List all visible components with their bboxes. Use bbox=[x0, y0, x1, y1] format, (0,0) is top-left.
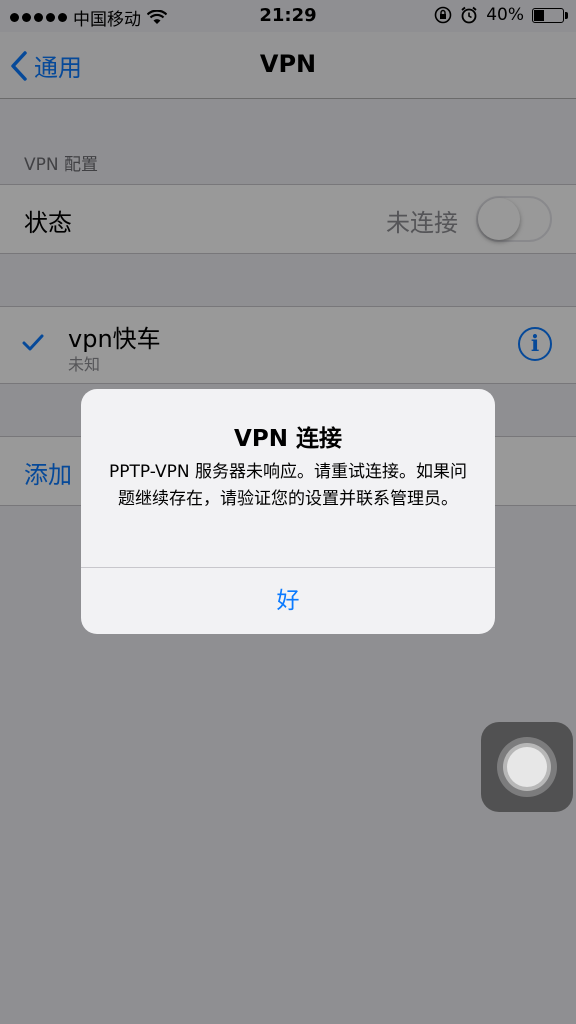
alert-title: VPN 连接 bbox=[234, 426, 342, 452]
alert-message: PPTP-VPN 服务器未响应。请重试连接。如果问题继续存在，请验证您的设置并联… bbox=[109, 462, 467, 509]
alert-dialog: VPN 连接 PPTP-VPN 服务器未响应。请重试连接。如果问题继续存在，请验… bbox=[81, 389, 495, 634]
alert-ok-button[interactable]: 好 bbox=[81, 568, 495, 634]
assistive-touch-icon[interactable] bbox=[481, 722, 573, 812]
